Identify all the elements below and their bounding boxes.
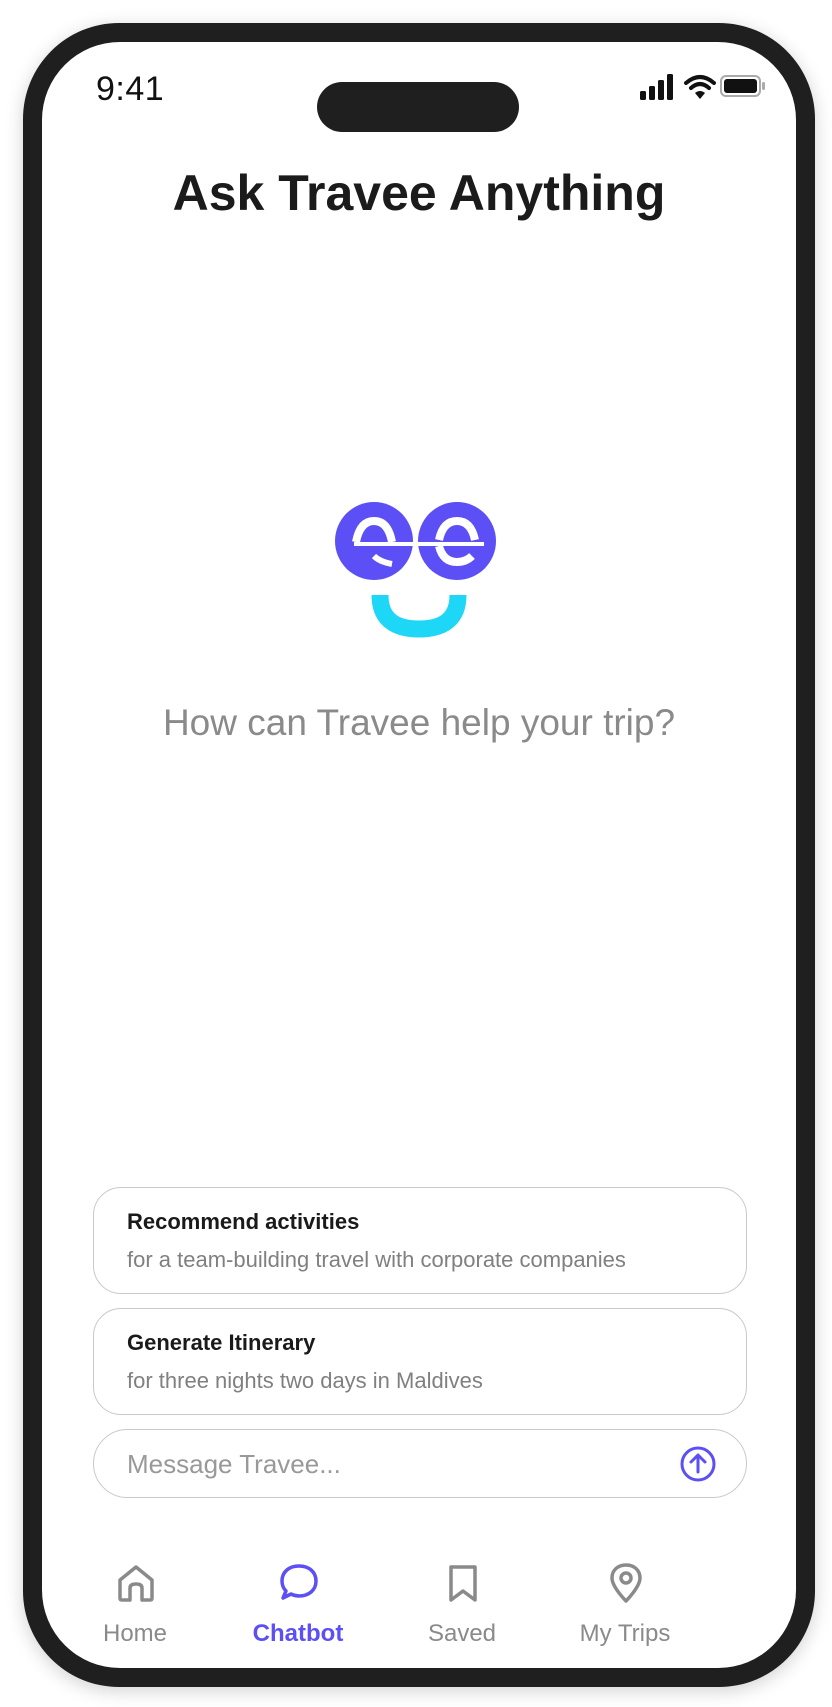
tab-saved[interactable]: Saved <box>387 1562 537 1652</box>
travee-logo <box>335 502 496 638</box>
tab-my-trips[interactable]: My Trips <box>550 1562 700 1652</box>
suggestion-title: Generate Itinerary <box>127 1330 316 1355</box>
suggestion-subtitle: for three nights two days in Maldives <box>127 1368 483 1393</box>
wifi-icon <box>684 75 716 99</box>
signal-icon <box>640 74 673 100</box>
suggestion-card-activities[interactable]: Recommend activities for a team-building… <box>93 1187 747 1294</box>
tab-label: My Trips <box>579 1620 671 1647</box>
dynamic-island <box>317 82 519 132</box>
tab-label: Saved <box>427 1620 497 1647</box>
send-arrow-icon[interactable] <box>679 1445 717 1483</box>
chat-bubble-icon <box>280 1564 318 1600</box>
tab-label: Home <box>102 1620 168 1647</box>
tab-label: Chatbot <box>252 1620 344 1647</box>
suggestion-title: Recommend activities <box>127 1209 360 1234</box>
battery-icon <box>720 75 765 97</box>
suggestion-subtitle: for a team-building travel with corporat… <box>127 1247 626 1272</box>
tab-home[interactable]: Home <box>60 1562 210 1652</box>
location-pin-icon <box>610 1563 642 1603</box>
suggestion-card-itinerary[interactable]: Generate Itinerary for three nights two … <box>93 1308 747 1415</box>
phone-frame: 9:41 Ask Travee Anything How can Travee … <box>23 23 815 1687</box>
message-input[interactable] <box>127 1444 667 1484</box>
hero-prompt: How can Travee help your trip? <box>162 702 676 743</box>
bookmark-icon <box>449 1565 477 1602</box>
status-time: 9:41 <box>96 70 165 108</box>
home-icon <box>118 1565 154 1602</box>
page-title: Ask Travee Anything <box>172 165 666 221</box>
message-composer <box>93 1429 747 1498</box>
app-screen: 9:41 Ask Travee Anything How can Travee … <box>42 42 796 1668</box>
tab-chatbot[interactable]: Chatbot <box>223 1562 373 1652</box>
